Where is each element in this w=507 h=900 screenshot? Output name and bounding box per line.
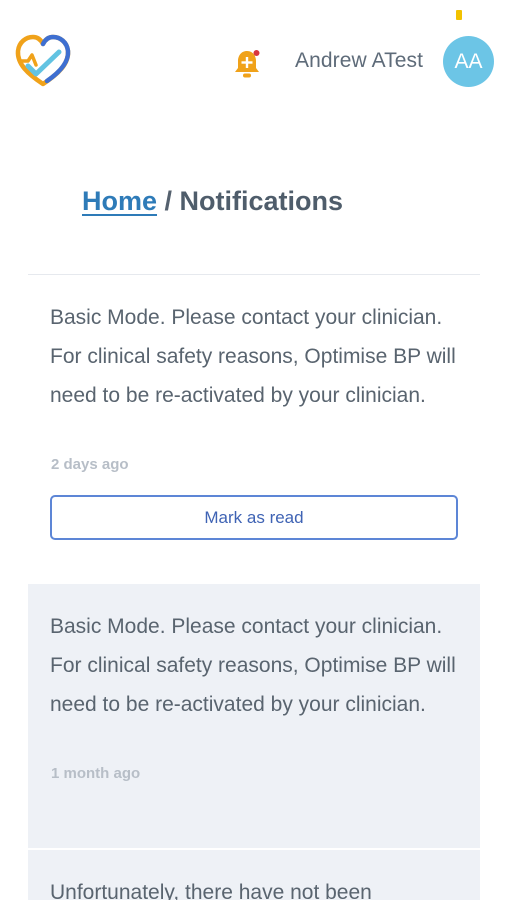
- bell-plus-icon[interactable]: [232, 48, 262, 80]
- breadcrumb: Home / Notifications: [82, 186, 343, 217]
- notification-timestamp: 2 days ago: [51, 456, 129, 473]
- notification-item-read: Unfortunately, there have not been: [28, 849, 480, 900]
- breadcrumb-separator: /: [157, 186, 180, 216]
- notification-message: Basic Mode. Please contact your clinicia…: [50, 306, 456, 407]
- breadcrumb-current: Notifications: [179, 186, 344, 216]
- app-header: Andrew ATest AA: [0, 0, 507, 110]
- user-name[interactable]: Andrew ATest: [295, 49, 423, 73]
- avatar[interactable]: AA: [443, 36, 494, 87]
- notification-message: Unfortunately, there have not been: [50, 881, 372, 900]
- notification-timestamp: 1 month ago: [51, 765, 141, 782]
- notification-message: Basic Mode. Please contact your clinicia…: [50, 615, 456, 716]
- avatar-initials: AA: [454, 49, 483, 73]
- mark-as-read-button[interactable]: Mark as read: [50, 495, 458, 540]
- notification-item-read: Basic Mode. Please contact your clinicia…: [28, 584, 480, 848]
- notification-item-unread: Basic Mode. Please contact your clinicia…: [28, 275, 480, 584]
- heart-check-logo-icon[interactable]: [14, 34, 72, 90]
- breadcrumb-home-link[interactable]: Home: [82, 186, 157, 216]
